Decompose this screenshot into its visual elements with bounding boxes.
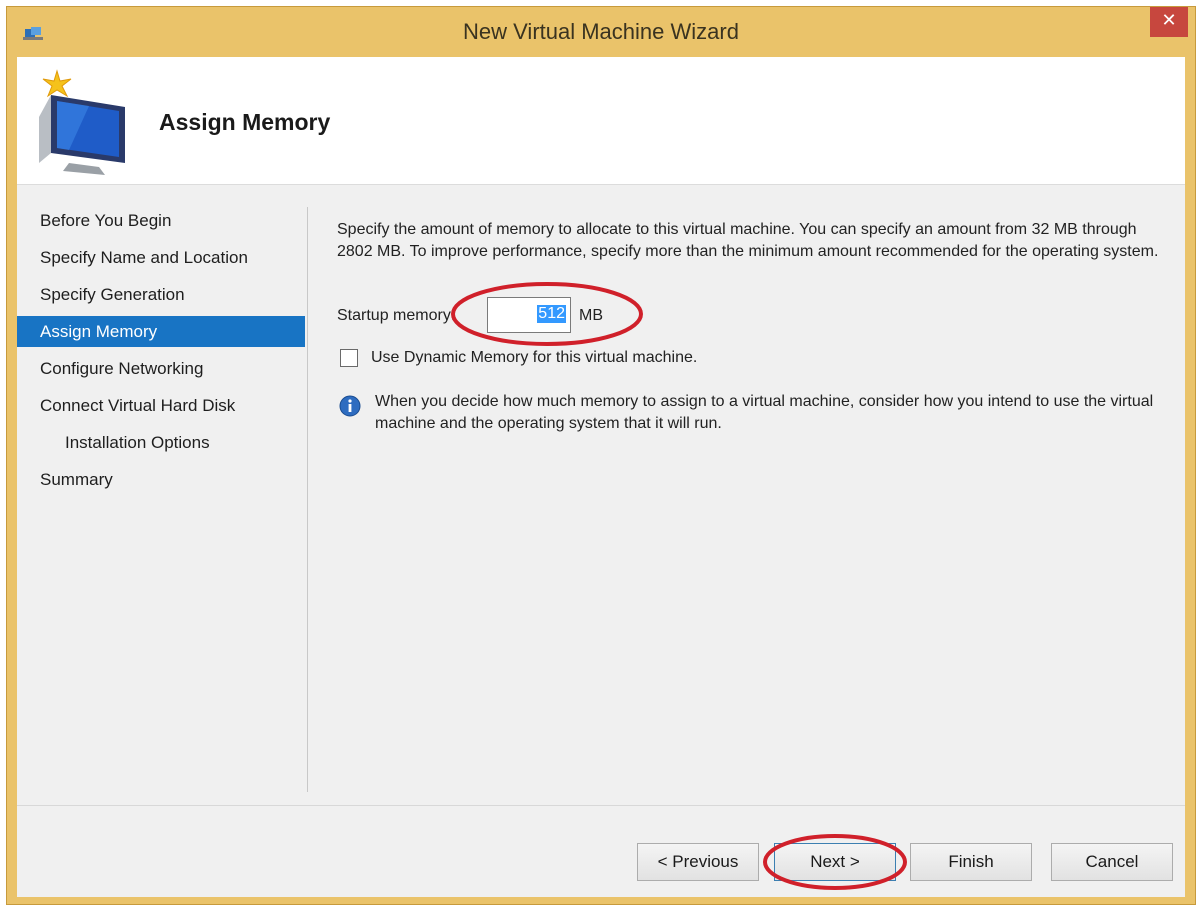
- wizard-header: Assign Memory: [17, 57, 1185, 185]
- window-title: New Virtual Machine Wizard: [463, 19, 739, 44]
- nav-item-specify-generation[interactable]: Specify Generation: [17, 279, 305, 310]
- page-title: Assign Memory: [159, 109, 331, 135]
- dynamic-memory-checkbox[interactable]: [340, 349, 358, 367]
- info-icon: [339, 395, 361, 417]
- dynamic-memory-label: Use Dynamic Memory for this virtual mach…: [371, 349, 698, 366]
- nav-item-assign-memory[interactable]: Assign Memory: [17, 316, 305, 347]
- nav-item-configure-networking[interactable]: Configure Networking: [17, 353, 305, 384]
- startup-memory-input[interactable]: 512: [487, 297, 571, 333]
- previous-button[interactable]: < Previous: [637, 843, 759, 881]
- close-icon: ✕: [1161, 10, 1177, 31]
- startup-memory-label: Startup memory:: [337, 307, 456, 324]
- nav-item-summary[interactable]: Summary: [17, 464, 305, 495]
- wizard-client-area: Assign Memory Before You Begin Specify N…: [17, 57, 1185, 897]
- wizard-window: New Virtual Machine Wizard ✕ Assign Memo…: [6, 6, 1196, 905]
- memory-description: Specify the amount of memory to allocate…: [337, 221, 1159, 260]
- computer-monitor-star-icon: [39, 69, 125, 175]
- cancel-button[interactable]: Cancel: [1051, 843, 1173, 881]
- memory-info-text: When you decide how much memory to assig…: [375, 393, 1154, 432]
- close-button[interactable]: ✕: [1150, 7, 1188, 37]
- nav-item-before-you-begin[interactable]: Before You Begin: [17, 205, 305, 236]
- title-bar[interactable]: New Virtual Machine Wizard ✕: [7, 7, 1195, 57]
- nav-item-specify-name-location[interactable]: Specify Name and Location: [17, 242, 305, 273]
- startup-memory-unit: MB: [579, 307, 603, 324]
- wizard-steps-nav: Before You Begin Specify Name and Locati…: [17, 185, 307, 805]
- next-button[interactable]: Next >: [774, 843, 896, 881]
- nav-divider: [307, 207, 308, 792]
- startup-memory-value: 512: [537, 305, 566, 323]
- nav-item-connect-virtual-hard-disk[interactable]: Connect Virtual Hard Disk: [17, 390, 305, 421]
- finish-button[interactable]: Finish: [910, 843, 1032, 881]
- nav-item-installation-options[interactable]: Installation Options: [17, 427, 305, 458]
- footer-separator: [17, 805, 1185, 806]
